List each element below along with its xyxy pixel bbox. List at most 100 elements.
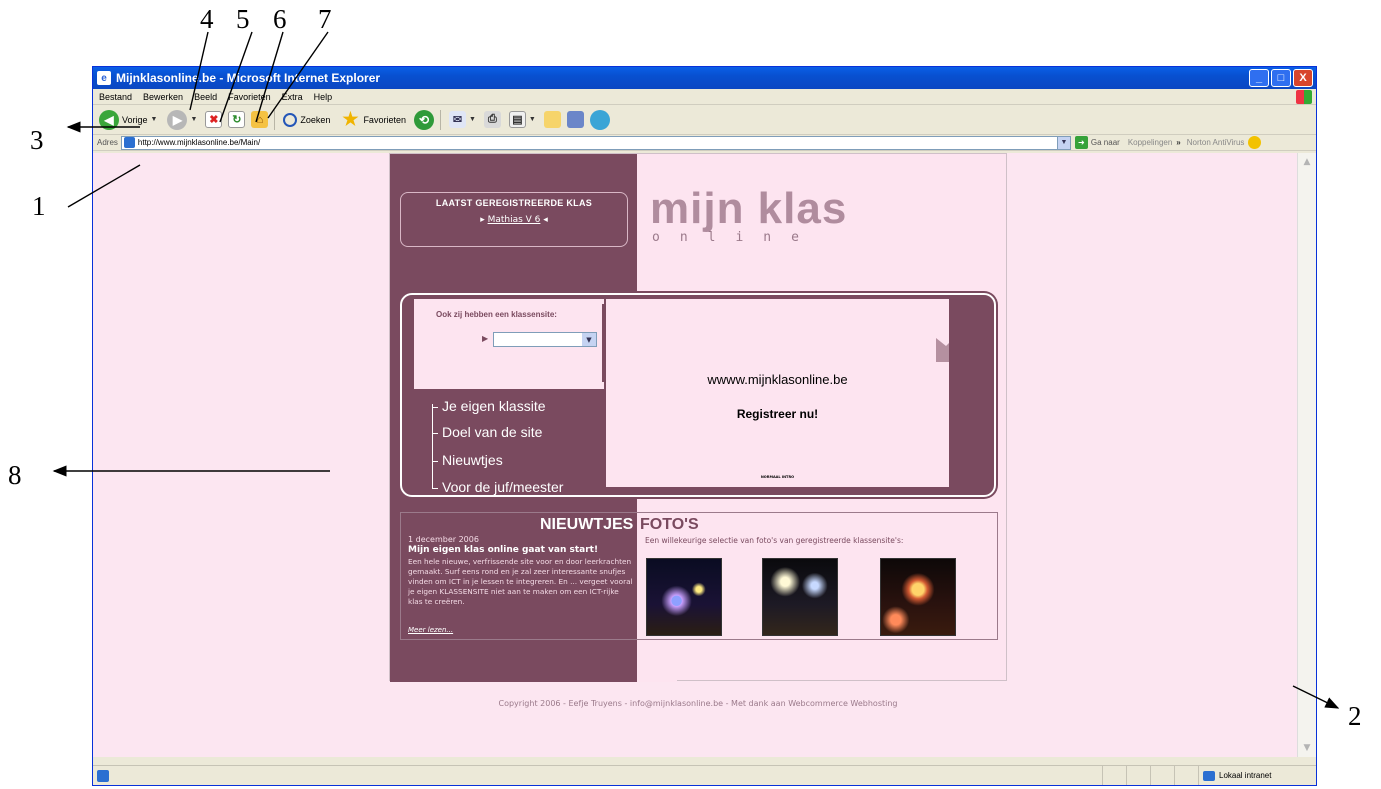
edit-icon: ▤ xyxy=(508,111,526,128)
address-bar: Adres http://www.mijnklasonline.be/Main/… xyxy=(93,135,1316,151)
site-container: LAATST GEREGISTREERDE KLAS ▸ Mathias V 6… xyxy=(389,153,1007,682)
menu-item-bestand[interactable]: Bestand xyxy=(99,92,132,102)
photos-title: FOTO'S xyxy=(640,516,699,533)
address-label: Adres xyxy=(97,138,118,147)
go-button[interactable]: ➜ Ga naar xyxy=(1074,136,1120,149)
bullet-icon: ▶ xyxy=(482,334,489,343)
close-button[interactable]: X xyxy=(1293,69,1313,87)
maximize-button[interactable]: □ xyxy=(1271,69,1291,87)
annotation-label-1: 1 xyxy=(32,191,46,221)
back-button-label: Vorige xyxy=(122,114,148,125)
nav-item-nieuwtjes[interactable]: Nieuwtjes xyxy=(432,452,503,468)
photos-subtitle: Een willekeurige selectie van foto's van… xyxy=(645,536,904,545)
annotation-label-5: 5 xyxy=(236,4,250,34)
back-button[interactable]: ◀ Vorige ▼ xyxy=(97,108,159,132)
toolbar-separator xyxy=(274,109,276,130)
last-registered-box: LAATST GEREGISTREERDE KLAS ▸ Mathias V 6… xyxy=(400,192,628,247)
menu-bar: Bestand Bewerken Beeld Favorieten Extra … xyxy=(93,89,1316,105)
history-icon[interactable]: ⟲ xyxy=(413,109,434,130)
address-field[interactable]: http://www.mijnklasonline.be/Main/ ▼ xyxy=(120,135,1071,150)
annotation-label-6: 6 xyxy=(273,4,287,34)
zone-label: Lokaal intranet xyxy=(1219,771,1272,780)
news-headline: Mijn eigen klas online gaat van start! xyxy=(408,545,599,555)
edit-button[interactable]: ▤ ▼ xyxy=(507,108,538,132)
menu-item-extra[interactable]: Extra xyxy=(282,92,303,102)
status-cell xyxy=(1126,766,1150,785)
windows-logo-icon xyxy=(1296,90,1312,104)
search-button[interactable]: Zoeken xyxy=(281,108,332,132)
photo-thumbnail[interactable] xyxy=(762,558,838,636)
forward-arrow-icon: ▶ xyxy=(167,109,188,130)
messenger-icon[interactable] xyxy=(589,109,610,130)
promo-url: wwww.mijnklasonline.be xyxy=(707,372,848,387)
ie-app-icon: e xyxy=(97,71,111,85)
window-title: Mijnklasonline.be - Microsoft Internet E… xyxy=(116,71,381,85)
news-title: NIEUWTJES xyxy=(540,516,634,533)
photo-thumbnail[interactable] xyxy=(880,558,956,636)
photo-thumbnail[interactable] xyxy=(646,558,722,636)
search-icon xyxy=(283,112,298,127)
stop-icon[interactable]: ✖ xyxy=(205,111,223,128)
last-registered-link[interactable]: Mathias V 6 xyxy=(488,215,541,225)
mail-button[interactable]: ✉ ▼ xyxy=(447,108,478,132)
forward-button[interactable]: ▶ ▼ xyxy=(165,108,199,132)
vertical-scrollbar[interactable]: ▲ ▼ xyxy=(1297,153,1316,757)
media-icon[interactable] xyxy=(566,111,584,128)
news-date: 1 december 2006 xyxy=(408,535,479,544)
star-icon: ★ xyxy=(342,109,359,129)
chevron-down-icon: ▼ xyxy=(528,116,536,123)
class-sites-select[interactable]: ▼ xyxy=(493,332,597,347)
status-cell xyxy=(1102,766,1126,785)
browser-window: e Mijnklasonline.be - Microsoft Internet… xyxy=(92,66,1317,786)
status-bar: Lokaal intranet xyxy=(93,765,1316,785)
left-column-corner xyxy=(637,634,677,682)
norton-toolbar[interactable]: Norton AntiVirus xyxy=(1187,138,1245,147)
print-icon[interactable]: ⎙ xyxy=(483,111,501,128)
security-zone: Lokaal intranet xyxy=(1198,766,1316,785)
refresh-icon[interactable]: ↻ xyxy=(228,111,246,128)
norton-icon[interactable] xyxy=(1248,136,1262,149)
document-page: 4 5 6 7 3 1 8 2 e Mijnklasonline.be - Mi… xyxy=(0,0,1381,789)
address-dropdown-icon[interactable]: ▼ xyxy=(1056,136,1070,149)
chevron-right-icon[interactable]: » xyxy=(1176,138,1180,147)
arrow-down-left-icon xyxy=(936,318,992,362)
chevron-down-icon: ▼ xyxy=(468,116,476,123)
home-icon[interactable]: ⌂ xyxy=(251,111,269,128)
folder-icon[interactable] xyxy=(543,111,561,128)
last-registered-entry: ▸ Mathias V 6 ◂ xyxy=(480,215,548,225)
status-cell xyxy=(1174,766,1198,785)
intranet-icon xyxy=(1203,770,1215,781)
go-button-label: Ga naar xyxy=(1090,138,1120,147)
scroll-down-icon[interactable]: ▼ xyxy=(1300,741,1314,755)
nav-item-juf-meester[interactable]: Voor de juf/meester xyxy=(432,479,563,495)
last-registered-title: LAATST GEREGISTREERDE KLAS xyxy=(435,198,593,208)
page-icon xyxy=(123,137,135,148)
favorites-button-label: Favorieten xyxy=(363,114,406,125)
nav-item-eigen-klassite[interactable]: Je eigen klassite xyxy=(432,398,546,414)
status-cell xyxy=(1150,766,1174,785)
title-bar: e Mijnklasonline.be - Microsoft Internet… xyxy=(93,67,1316,89)
menu-item-favorieten[interactable]: Favorieten xyxy=(228,92,271,102)
search-button-label: Zoeken xyxy=(300,114,331,125)
minimize-button[interactable]: _ xyxy=(1249,69,1269,87)
scroll-up-icon[interactable]: ▲ xyxy=(1300,155,1314,169)
register-link[interactable]: Registreer nu! xyxy=(606,407,949,421)
promo-box xyxy=(606,299,949,487)
menu-item-bewerken[interactable]: Bewerken xyxy=(143,92,183,102)
site-logo: mijn klas xyxy=(650,184,848,233)
read-more-link[interactable]: Meer lezen... xyxy=(408,626,453,634)
page-status-icon xyxy=(97,769,109,782)
go-arrow-icon: ➜ xyxy=(1074,136,1088,149)
intro-link[interactable]: NORMAAL INTRO xyxy=(606,475,949,479)
chevron-down-icon: ▼ xyxy=(150,116,158,123)
nav-line xyxy=(432,404,433,488)
links-toolbar[interactable]: Koppelingen xyxy=(1128,138,1172,147)
copyright-text: Copyright 2006 - Eefje Truyens - info@mi… xyxy=(498,699,898,708)
nav-item-doel[interactable]: Doel van de site xyxy=(432,424,542,440)
menu-item-help[interactable]: Help xyxy=(314,92,333,102)
menu-item-beeld[interactable]: Beeld xyxy=(194,92,217,102)
favorites-button[interactable]: ★ Favorieten xyxy=(338,108,408,132)
annotation-label-4: 4 xyxy=(200,4,214,34)
divider xyxy=(602,304,604,382)
annotation-label-8: 8 xyxy=(8,460,22,490)
